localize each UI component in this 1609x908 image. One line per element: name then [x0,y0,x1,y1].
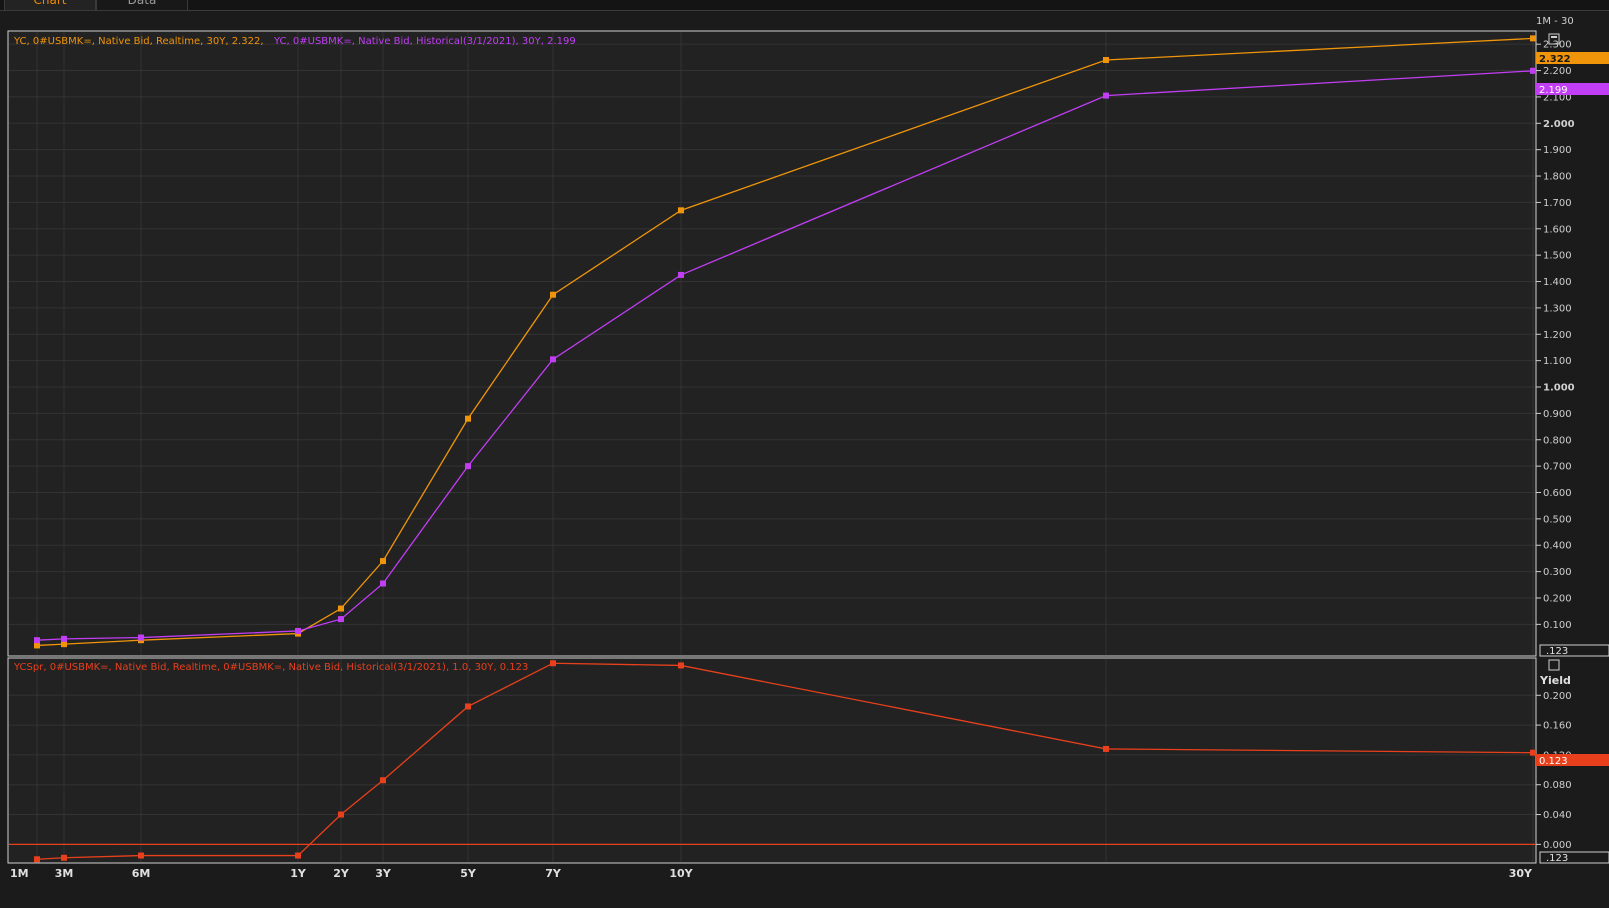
y-tick-label: 0.600 [1543,488,1572,499]
data-point[interactable] [138,634,144,641]
data-point[interactable] [380,580,386,587]
y-tick-label: 1.800 [1543,172,1572,183]
last-value-realtime: 2.322 [1539,54,1571,65]
scroll-tag-top-label: .123 [1546,646,1568,657]
x-tick-label: 3Y [375,867,392,880]
data-point[interactable] [295,627,301,634]
maximize-icon-bottom[interactable] [1548,659,1560,671]
last-value-historical: 2.199 [1539,85,1568,96]
data-point[interactable] [550,291,556,298]
y-tick-label: 0.200 [1543,691,1572,702]
data-point[interactable] [550,660,556,667]
x-tick-label: 6M [132,867,151,880]
y-tick-label: 0.300 [1543,567,1572,578]
y-tick-label: 2.000 [1543,119,1575,130]
data-point[interactable] [465,703,471,710]
data-point[interactable] [380,558,386,565]
y-tick-label: 1.700 [1543,198,1572,209]
x-tick-label: 5Y [460,867,477,880]
data-point[interactable] [61,635,67,642]
data-point[interactable] [61,641,67,648]
legend-spread: YCSpr, 0#USBMK=, Native Bid, Realtime, 0… [13,662,528,673]
y-tick-label: 1.400 [1543,277,1572,288]
data-point[interactable] [295,852,301,859]
y-tick-label: 0.080 [1543,780,1572,791]
data-point[interactable] [465,463,471,470]
data-point[interactable] [550,356,556,363]
y-tick-label: 0.700 [1543,462,1572,473]
y-tick-label: 0.200 [1543,593,1572,604]
y-tick-label: 0.400 [1543,541,1572,552]
data-point[interactable] [1103,57,1109,64]
data-point[interactable] [1530,749,1536,756]
tenor-x-axis: 1M 3M 6M 1Y 2Y 3Y 5Y 7Y 10Y 30Y [10,867,1533,880]
data-point[interactable] [465,415,471,422]
y-tick-label: 0.500 [1543,514,1572,525]
y-tick-label: 0.800 [1543,435,1572,446]
x-tick-label: 1M [10,867,29,880]
x-tick-label: 7Y [545,867,562,880]
data-point[interactable] [678,207,684,214]
data-point[interactable] [34,856,40,863]
spread-y-axis: 0.0000.0400.0800.1200.1600.200 [1536,691,1572,851]
data-point[interactable] [338,811,344,818]
data-point[interactable] [338,616,344,623]
legend-realtime: YC, 0#USBMK=, Native Bid, Realtime, 30Y,… [13,36,264,47]
maximize-icon-bar [1551,36,1557,38]
last-value-spread: 0.123 [1539,756,1568,767]
spread-panel[interactable] [7,657,1537,864]
x-tick-label: 30Y [1509,867,1533,880]
y-tick-label: 0.000 [1543,840,1572,851]
data-point[interactable] [1530,67,1536,74]
scroll-tag-bottom-label: .123 [1546,853,1568,864]
x-tick-label: 1Y [290,867,307,880]
yield-curve-chart: 1M - 30 YC, 0#USBMK=, Native Bid, Realti… [7,16,1609,880]
y-tick-label: 2.300 [1543,40,1572,51]
y-tick-label: 1.900 [1543,145,1572,156]
y-tick-label: 0.900 [1543,409,1572,420]
data-point[interactable] [1530,35,1536,42]
yield-panel[interactable] [7,30,1537,657]
y-tick-label: 1.000 [1543,383,1575,394]
data-point[interactable] [138,852,144,859]
y-tick-label: 1.500 [1543,251,1572,262]
y-tick-label: 2.200 [1543,66,1572,77]
x-tick-label: 3M [55,867,74,880]
range-label: 1M - 30 [1536,16,1574,27]
y-tick-label: 1.100 [1543,356,1572,367]
x-tick-label: 10Y [669,867,693,880]
y-tick-label: 1.200 [1543,330,1572,341]
data-point[interactable] [61,854,67,861]
spread-axis-title: Yield [1539,674,1571,687]
x-tick-label: 2Y [333,867,350,880]
data-point[interactable] [1103,745,1109,752]
data-point[interactable] [678,662,684,669]
data-point[interactable] [678,271,684,278]
data-point[interactable] [34,642,40,649]
data-point[interactable] [380,777,386,784]
yield-y-axis: 0.100 0.200 0.300 0.400 0.500 0.600 0.700 0.800… [1536,40,1575,631]
y-tick-label: 0.100 [1543,620,1572,631]
data-point[interactable] [1103,92,1109,99]
y-tick-label: 1.600 [1543,224,1572,235]
data-point[interactable] [34,637,40,644]
y-tick-label: 1.300 [1543,303,1572,314]
y-tick-label: 0.160 [1543,721,1572,732]
legend-historical: YC, 0#USBMK=, Native Bid, Historical(3/1… [273,36,576,47]
y-tick-label: 0.040 [1543,810,1572,821]
data-point[interactable] [338,605,344,612]
